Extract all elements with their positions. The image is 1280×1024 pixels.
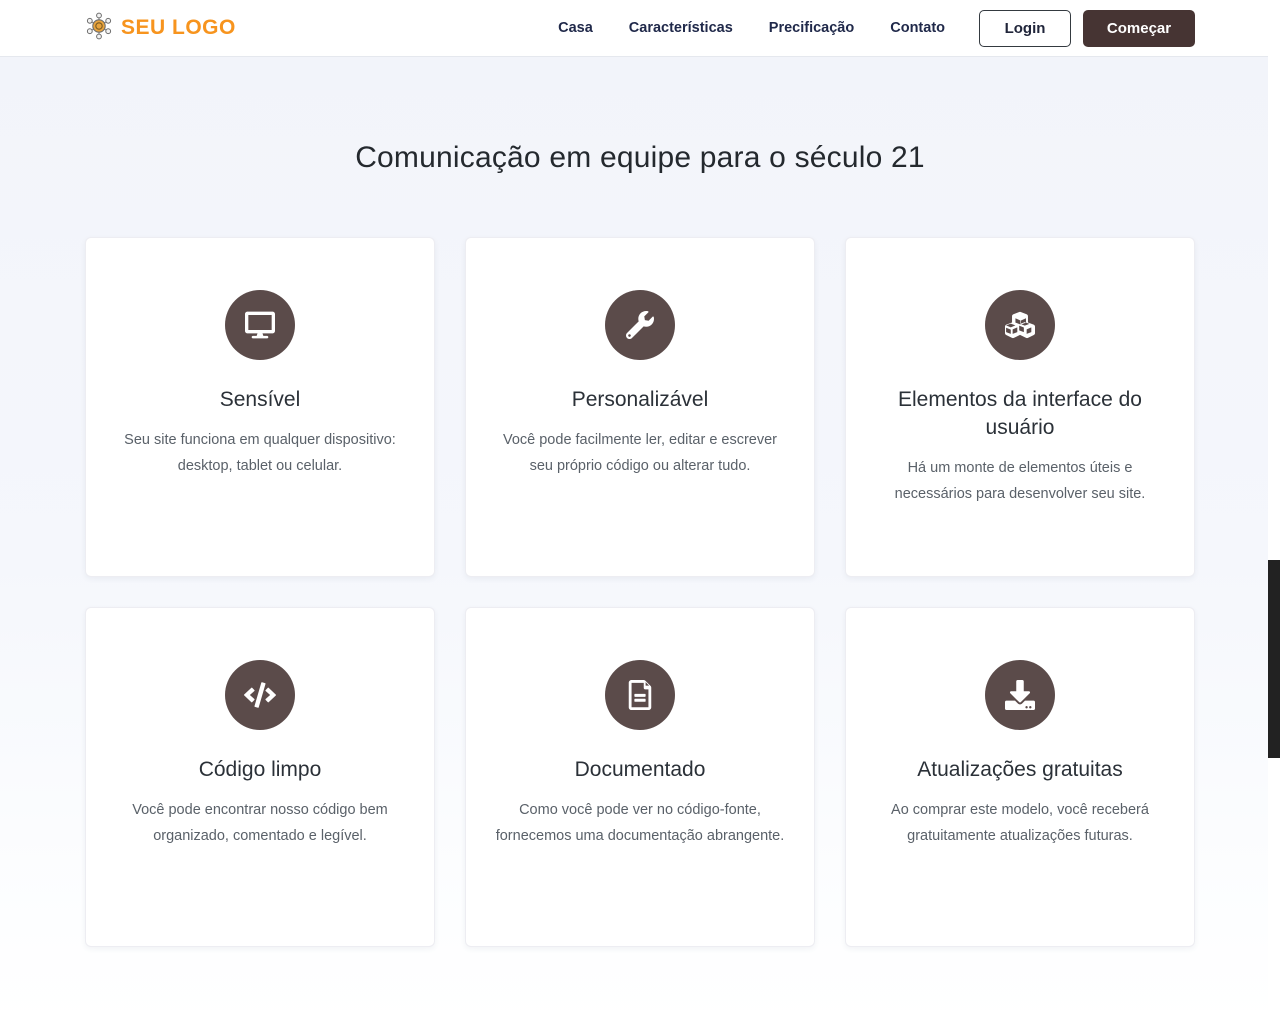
feature-title: Personalizável — [466, 386, 814, 414]
feature-title: Elementos da interface do usuário — [846, 386, 1194, 442]
page-title: Comunicação em equipe para o século 21 — [85, 141, 1195, 175]
feature-text: Como você pode ver no código-fonte, forn… — [466, 797, 814, 849]
feature-title: Código limpo — [86, 756, 434, 784]
nav-link-caracteristicas[interactable]: Características — [629, 20, 733, 36]
nav-link-casa[interactable]: Casa — [558, 20, 593, 36]
features-grid: Sensível Seu site funciona em qualquer d… — [85, 237, 1195, 947]
main-content: Comunicação em equipe para o século 21 S… — [85, 141, 1195, 947]
feature-text: Você pode encontrar nosso código bem org… — [86, 797, 434, 849]
cta-button[interactable]: Começar — [1083, 10, 1195, 47]
feature-card-free-updates: Atualizações gratuitas Ao comprar este m… — [845, 607, 1195, 947]
feature-card-customizable: Personalizável Você pode facilmente ler,… — [465, 237, 815, 577]
feature-text: Você pode facilmente ler, editar e escre… — [466, 427, 814, 479]
feature-title: Sensível — [86, 386, 434, 414]
feature-title: Documentado — [466, 756, 814, 784]
feature-title: Atualizações gratuitas — [846, 756, 1194, 784]
header: SEU LOGO Casa Características Precificaç… — [0, 0, 1280, 57]
wrench-icon — [605, 290, 675, 360]
file-icon — [605, 660, 675, 730]
feature-card-ui-elements: Elementos da interface do usuário Há um … — [845, 237, 1195, 577]
feature-card-documented: Documentado Como você pode ver no código… — [465, 607, 815, 947]
feature-text: Há um monte de elementos úteis e necessá… — [846, 455, 1194, 507]
code-icon — [225, 660, 295, 730]
desktop-icon — [225, 290, 295, 360]
feature-card-responsive: Sensível Seu site funciona em qualquer d… — [85, 237, 435, 577]
logo-icon — [85, 12, 113, 45]
download-icon — [985, 660, 1055, 730]
scrollbar[interactable] — [1268, 0, 1280, 1024]
logo-text: SEU LOGO — [121, 16, 236, 40]
login-button[interactable]: Login — [979, 10, 1071, 47]
nav-link-precificacao[interactable]: Precificação — [769, 20, 854, 36]
header-actions: Login Começar — [979, 10, 1195, 47]
feature-text: Seu site funciona em qualquer dispositiv… — [86, 427, 434, 479]
cubes-icon — [985, 290, 1055, 360]
nav-link-contato[interactable]: Contato — [890, 20, 945, 36]
main-nav: Casa Características Precificação Contat… — [558, 20, 945, 36]
feature-text: Ao comprar este modelo, você receberá gr… — [846, 797, 1194, 849]
logo[interactable]: SEU LOGO — [85, 12, 236, 45]
feature-card-clean-code: Código limpo Você pode encontrar nosso c… — [85, 607, 435, 947]
scrollbar-thumb[interactable] — [1268, 560, 1280, 758]
